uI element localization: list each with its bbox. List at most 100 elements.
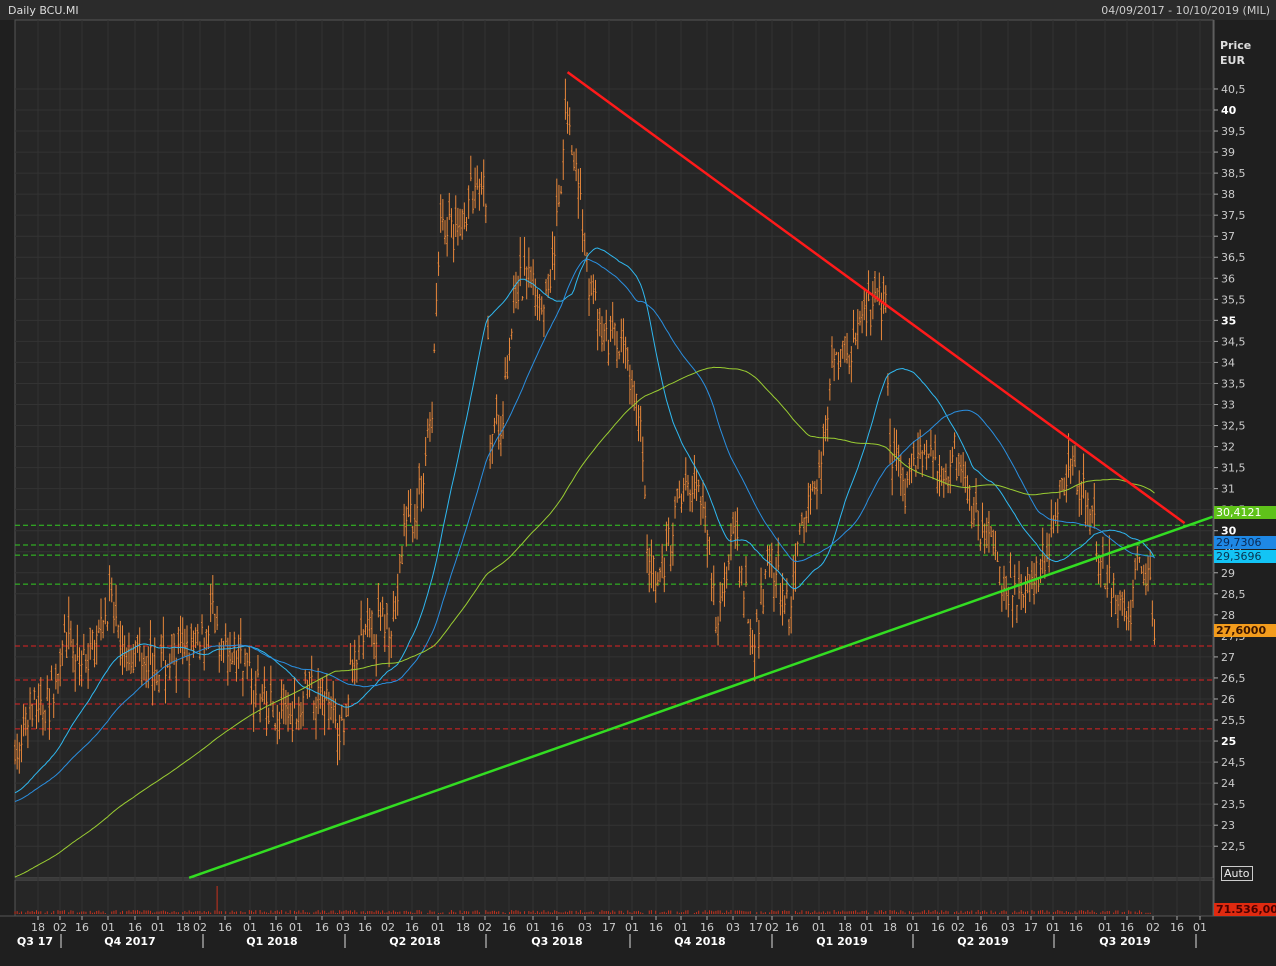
x-tick-label: 17 — [749, 921, 763, 934]
x-tick-label: 16 — [1120, 921, 1134, 934]
y-tick-label: 34 — [1221, 356, 1235, 369]
x-tick-label: 01 — [674, 921, 688, 934]
plot-area — [14, 19, 1214, 879]
x-tick-label: 16 — [315, 921, 329, 934]
y-tick-label: 31 — [1221, 483, 1235, 496]
y-tick-label: 24,5 — [1221, 756, 1246, 769]
currency-axis-label: EUR — [1220, 54, 1245, 67]
y-tick-label: 33,5 — [1221, 377, 1246, 390]
x-tick-label: 18 — [176, 921, 190, 934]
volume-panel — [14, 879, 1214, 917]
x-tick-label: 03 — [336, 921, 350, 934]
y-tick-label: 40,5 — [1221, 83, 1246, 96]
x-tick-label: 18 — [883, 921, 897, 934]
x-tick-label: 01 — [812, 921, 826, 934]
y-tick-label: 25 — [1221, 735, 1236, 748]
volume-tag: 71.536,000 — [1214, 903, 1276, 916]
y-tick-label: 40 — [1221, 104, 1237, 117]
x-tick-label: 16 — [75, 921, 89, 934]
x-tick-label: 16 — [974, 921, 988, 934]
quarter-label: Q1 2018 — [246, 935, 297, 948]
y-tick-label: 32,5 — [1221, 420, 1246, 433]
x-tick-label: 18 — [456, 921, 470, 934]
x-tick-label: 16 — [931, 921, 945, 934]
x-tick-label: 02 — [765, 921, 779, 934]
x-tick-label: 03 — [1001, 921, 1015, 934]
x-tick-label: 16 — [128, 921, 142, 934]
y-tick-label: 28 — [1221, 609, 1235, 622]
x-tick-label: 17 — [602, 921, 616, 934]
x-tick-label: 16 — [700, 921, 714, 934]
y-tick-label: 23,5 — [1221, 798, 1246, 811]
y-tick-label: 22,5 — [1221, 840, 1246, 853]
y-tick-label: 24 — [1221, 777, 1235, 790]
x-tick-label: 01 — [1098, 921, 1112, 934]
last-price-tag: 27,6000 — [1214, 624, 1276, 637]
x-tick-label: 03 — [578, 921, 592, 934]
ma-short-tag: 29,3696 — [1214, 550, 1276, 563]
x-tick-label: 02 — [478, 921, 492, 934]
quarter-label: Q3 2019 — [1099, 935, 1150, 948]
x-tick-label: 01 — [526, 921, 540, 934]
x-tick-label: 16 — [358, 921, 372, 934]
y-tick-label: 26,5 — [1221, 672, 1246, 685]
x-tick-label: 01 — [289, 921, 303, 934]
x-tick-label: 16 — [405, 921, 419, 934]
x-tick-label: 01 — [1046, 921, 1060, 934]
y-tick-label: 31,5 — [1221, 462, 1246, 475]
x-tick-label: 16 — [649, 921, 663, 934]
x-tick-label: 03 — [726, 921, 740, 934]
x-tick-label: 01 — [243, 921, 257, 934]
ma-mid-tag: 29,7306 — [1214, 536, 1276, 549]
y-tick-label: 37 — [1221, 230, 1235, 243]
x-tick-label: 01 — [151, 921, 165, 934]
x-tick-label: 17 — [1024, 921, 1038, 934]
y-tick-label: 39 — [1221, 146, 1235, 159]
x-tick-label: 01 — [625, 921, 639, 934]
y-tick-label: 35 — [1221, 314, 1236, 327]
x-tick-label: 01 — [906, 921, 920, 934]
y-tick-label: 26 — [1221, 693, 1235, 706]
y-tick-label: 27 — [1221, 651, 1235, 664]
x-tick-label: 01 — [860, 921, 874, 934]
x-tick-label: 18 — [31, 921, 45, 934]
quarter-label: Q1 2019 — [816, 935, 867, 948]
x-tick-label: 16 — [1170, 921, 1184, 934]
x-tick-label: 01 — [101, 921, 115, 934]
quarter-label: Q2 2018 — [389, 935, 440, 948]
y-tick-label: 28,5 — [1221, 588, 1246, 601]
y-tick-label: 33 — [1221, 398, 1235, 411]
x-tick-label: 02 — [381, 921, 395, 934]
quarter-label: Q3 2018 — [531, 935, 582, 948]
x-tick-label: 16 — [1069, 921, 1083, 934]
x-tick-label: 16 — [502, 921, 516, 934]
x-tick-label: 18 — [838, 921, 852, 934]
y-tick-label: 38,5 — [1221, 167, 1246, 180]
x-tick-label: 16 — [550, 921, 564, 934]
ma-long-tag: 30,4121 — [1214, 506, 1276, 519]
quarter-label: Q2 2019 — [957, 935, 1008, 948]
x-tick-label: 02 — [193, 921, 207, 934]
x-tick-label: 16 — [218, 921, 232, 934]
x-tick-label: 02 — [53, 921, 67, 934]
x-tick-label: 02 — [1146, 921, 1160, 934]
x-tick-label: 16 — [269, 921, 283, 934]
y-tick-label: 37,5 — [1221, 209, 1246, 222]
y-tick-label: 36,5 — [1221, 251, 1246, 264]
y-tick-label: 32 — [1221, 441, 1235, 454]
quarter-label: Q3 17 — [17, 935, 53, 948]
quarter-label: Q4 2017 — [104, 935, 155, 948]
x-tick-label: 01 — [431, 921, 445, 934]
y-tick-label: 34,5 — [1221, 335, 1246, 348]
y-tick-label: 39,5 — [1221, 125, 1246, 138]
x-tick-label: 01 — [1193, 921, 1207, 934]
y-tick-label: 25,5 — [1221, 714, 1246, 727]
price-chart[interactable]: 22,52323,52424,52525,52626,52727,52828,5… — [0, 0, 1276, 966]
x-tick-label: 16 — [785, 921, 799, 934]
y-tick-label: 29 — [1221, 567, 1235, 580]
quarter-label: Q4 2018 — [674, 935, 725, 948]
auto-scale-button[interactable]: Auto — [1221, 866, 1253, 881]
price-axis-label: Price — [1220, 39, 1252, 52]
y-tick-label: 38 — [1221, 188, 1235, 201]
y-tick-label: 23 — [1221, 819, 1235, 832]
